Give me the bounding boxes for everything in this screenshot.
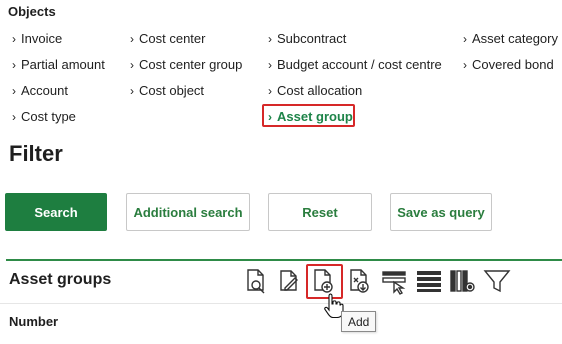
object-link-asset-category[interactable]: › Asset category (463, 31, 558, 46)
object-link-label: Cost type (21, 109, 76, 124)
chevron-right-icon: › (463, 32, 467, 46)
object-link-label: Cost center (139, 31, 206, 46)
object-link-label: Partial amount (21, 57, 105, 72)
section-divider (6, 259, 562, 261)
row-height-icon[interactable] (414, 266, 444, 296)
object-link-label: Asset category (472, 31, 558, 46)
document-search-icon[interactable] (241, 266, 271, 296)
select-rows-icon[interactable] (380, 266, 410, 296)
object-link-label: Cost center group (139, 57, 243, 72)
chevron-right-icon: › (12, 58, 16, 72)
chevron-right-icon: › (12, 84, 16, 98)
object-link-asset-group[interactable]: › Asset group (268, 109, 353, 124)
object-link-label: Asset group (277, 109, 353, 124)
chevron-right-icon: › (130, 84, 134, 98)
chevron-right-icon: › (130, 58, 134, 72)
chevron-right-icon: › (130, 32, 134, 46)
object-link-budget-account[interactable]: › Budget account / cost centre (268, 57, 442, 72)
chevron-right-icon: › (268, 110, 272, 124)
grid-title: Asset groups (9, 271, 112, 288)
chevron-right-icon: › (268, 84, 272, 98)
object-link-account[interactable]: › Account (12, 83, 68, 98)
document-import-icon[interactable] (344, 266, 374, 296)
object-link-label: Account (21, 83, 68, 98)
object-link-label: Budget account / cost centre (277, 57, 442, 72)
save-as-query-button[interactable]: Save as query (390, 193, 492, 231)
grid-header-row (0, 303, 562, 344)
object-link-cost-allocation[interactable]: › Cost allocation (268, 83, 362, 98)
object-link-label: Cost allocation (277, 83, 363, 98)
object-link-label: Cost object (139, 83, 205, 98)
object-link-label: Subcontract (277, 31, 347, 46)
object-link-covered-bond[interactable]: › Covered bond (463, 57, 554, 72)
search-button[interactable]: Search (5, 193, 107, 231)
object-link-partial-amount[interactable]: › Partial amount (12, 57, 105, 72)
chevron-right-icon: › (268, 58, 272, 72)
reset-button[interactable]: Reset (268, 193, 372, 231)
object-link-cost-center-group[interactable]: › Cost center group (130, 57, 242, 72)
chevron-right-icon: › (268, 32, 272, 46)
object-link-cost-type[interactable]: › Cost type (12, 109, 76, 124)
additional-search-button[interactable]: Additional search (126, 193, 250, 231)
column-settings-icon[interactable] (448, 266, 478, 296)
chevron-right-icon: › (12, 32, 16, 46)
object-link-label: Covered bond (472, 57, 554, 72)
object-link-subcontract[interactable]: › Subcontract (268, 31, 346, 46)
document-edit-icon[interactable] (274, 266, 304, 296)
column-header-number[interactable]: Number (9, 314, 58, 329)
object-link-label: Invoice (21, 31, 63, 46)
filter-title: Filter (9, 141, 63, 166)
chevron-right-icon: › (12, 110, 16, 124)
objects-section-title: Objects (8, 4, 56, 19)
add-tooltip: Add (341, 311, 377, 332)
chevron-right-icon: › (463, 58, 467, 72)
object-link-cost-center[interactable]: › Cost center (130, 31, 205, 46)
filter-funnel-icon[interactable] (482, 266, 512, 296)
object-link-cost-object[interactable]: › Cost object (130, 83, 204, 98)
object-link-invoice[interactable]: › Invoice (12, 31, 62, 46)
